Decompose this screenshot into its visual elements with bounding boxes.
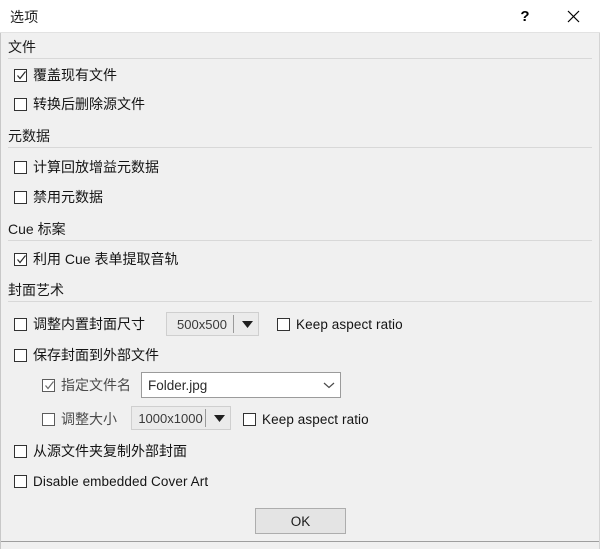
section-metadata: 元数据	[8, 127, 592, 149]
section-metadata-rule	[8, 147, 592, 148]
check-icon	[16, 70, 27, 81]
overwrite-existing-label: 覆盖现有文件	[33, 67, 117, 83]
section-cue: Cue 标案	[8, 220, 592, 242]
chevron-down-icon[interactable]	[239, 320, 255, 328]
ok-button[interactable]: OK	[255, 508, 346, 534]
ok-button-label: OK	[290, 513, 311, 529]
external-size-value: 1000x1000	[138, 410, 203, 426]
checkbox-row-save-external[interactable]: 保存封面到外部文件	[14, 347, 159, 364]
client-left-border	[0, 33, 1, 549]
embedded-size-combobox[interactable]: 500x500	[166, 312, 259, 336]
chevron-down-icon[interactable]	[318, 381, 340, 389]
resize-embedded-label: 调整内置封面尺寸	[33, 316, 145, 332]
chevron-down-icon[interactable]	[211, 414, 227, 422]
section-metadata-title: 元数据	[8, 127, 56, 145]
checkbox-row-disable-embedded-cover[interactable]: Disable embedded Cover Art	[14, 473, 208, 490]
replaygain-label: 计算回放增益元数据	[33, 159, 159, 175]
embedded-size-value: 500x500	[177, 316, 227, 332]
window-title: 选项	[10, 9, 39, 25]
question-mark-icon: ?	[520, 7, 530, 25]
overwrite-existing-checkbox[interactable]	[14, 69, 27, 82]
checkbox-row-resize-external[interactable]: 调整大小	[42, 411, 117, 428]
check-icon	[16, 254, 27, 265]
checkbox-row-keep-aspect-embedded[interactable]: Keep aspect ratio	[277, 316, 403, 333]
section-cover-art-rule	[8, 301, 592, 302]
checkbox-row-replaygain[interactable]: 计算回放增益元数据	[14, 159, 159, 176]
keep-aspect-external-checkbox[interactable]	[243, 413, 256, 426]
window-bottom-edge	[1, 541, 599, 549]
replaygain-checkbox[interactable]	[14, 161, 27, 174]
section-cover-art-title: 封面艺术	[8, 281, 70, 299]
section-cue-rule	[8, 240, 592, 241]
check-icon	[44, 380, 55, 391]
options-dialog: 选项 ? 文件 覆盖现有文件 转换后删除源文件 元数据 计算回放增益元数据 禁用…	[0, 0, 600, 549]
keep-aspect-external-label: Keep aspect ratio	[262, 412, 369, 427]
checkbox-row-overwrite-existing[interactable]: 覆盖现有文件	[14, 67, 117, 84]
combo-separator	[205, 409, 206, 427]
resize-embedded-checkbox[interactable]	[14, 318, 27, 331]
resize-external-checkbox[interactable]	[42, 413, 55, 426]
checkbox-row-resize-embedded[interactable]: 调整内置封面尺寸	[14, 316, 145, 333]
delete-source-label: 转换后删除源文件	[33, 96, 145, 112]
checkbox-row-keep-aspect-external[interactable]: Keep aspect ratio	[243, 411, 369, 428]
copy-from-source-checkbox[interactable]	[14, 445, 27, 458]
section-files-rule	[8, 58, 592, 59]
specify-filename-label: 指定文件名	[61, 377, 131, 393]
specify-filename-checkbox[interactable]	[42, 379, 55, 392]
combo-separator	[233, 315, 234, 333]
close-button[interactable]	[550, 0, 596, 32]
section-files: 文件	[8, 38, 592, 60]
resize-external-label: 调整大小	[61, 411, 117, 427]
cover-filename-value: Folder.jpg	[148, 377, 208, 393]
save-external-checkbox[interactable]	[14, 349, 27, 362]
save-external-label: 保存封面到外部文件	[33, 347, 159, 363]
title-bar: 选项 ?	[0, 0, 600, 33]
copy-from-source-label: 从源文件夹复制外部封面	[33, 443, 187, 459]
checkbox-row-copy-from-source[interactable]: 从源文件夹复制外部封面	[14, 443, 187, 460]
cue-extract-checkbox[interactable]	[14, 253, 27, 266]
checkbox-row-specify-filename[interactable]: 指定文件名	[42, 377, 131, 394]
help-button[interactable]: ?	[502, 0, 548, 32]
keep-aspect-embedded-checkbox[interactable]	[277, 318, 290, 331]
disable-embedded-cover-checkbox[interactable]	[14, 475, 27, 488]
close-icon	[567, 10, 579, 22]
disable-metadata-label: 禁用元数据	[33, 189, 103, 205]
checkbox-row-cue-extract[interactable]: 利用 Cue 表单提取音轨	[14, 251, 178, 268]
cue-extract-label: 利用 Cue 表单提取音轨	[33, 251, 179, 267]
section-cue-title: Cue 标案	[8, 220, 72, 238]
keep-aspect-embedded-label: Keep aspect ratio	[296, 317, 403, 332]
cover-filename-combobox[interactable]: Folder.jpg	[141, 372, 341, 398]
section-files-title: 文件	[8, 38, 42, 56]
checkbox-row-disable-metadata[interactable]: 禁用元数据	[14, 189, 103, 206]
delete-source-checkbox[interactable]	[14, 98, 27, 111]
disable-embedded-cover-label: Disable embedded Cover Art	[33, 474, 209, 489]
section-cover-art: 封面艺术	[8, 281, 592, 303]
checkbox-row-delete-source[interactable]: 转换后删除源文件	[14, 96, 145, 113]
disable-metadata-checkbox[interactable]	[14, 191, 27, 204]
external-size-combobox[interactable]: 1000x1000	[131, 406, 231, 430]
